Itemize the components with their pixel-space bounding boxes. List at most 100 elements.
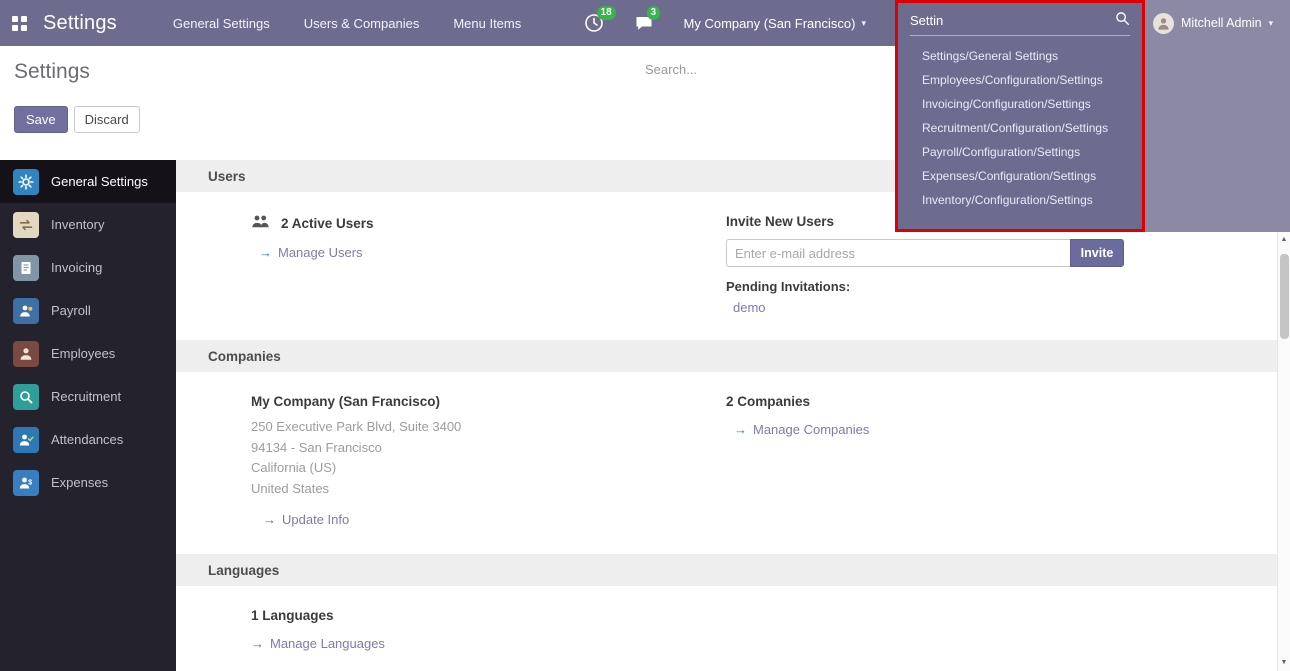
odoo-settings-screen: Settings General Settings Users & Compan… (0, 0, 1290, 671)
page-title: Settings (14, 60, 90, 84)
companies-count: 2 Companies (726, 394, 1276, 409)
settings-content: Users 2 Active Users → Manage Users Invi… (176, 160, 1277, 671)
discard-button[interactable]: Discard (74, 106, 140, 133)
pending-invitations-label: Pending Invitations: (726, 279, 1276, 294)
sidebar-item-label: Recruitment (51, 389, 121, 404)
search-result-item[interactable]: Expenses/Configuration/Settings (898, 164, 1142, 188)
sidebar-item-recruitment[interactable]: Recruitment (0, 375, 176, 418)
user-menu[interactable]: Mitchell Admin ▾ (1145, 0, 1290, 46)
apps-grid-icon[interactable] (12, 16, 27, 31)
search-result-item[interactable]: Recruitment/Configuration/Settings (898, 116, 1142, 140)
topbar-nav: General Settings Users & Companies Menu … (173, 16, 521, 31)
sidebar-item-payroll[interactable]: Payroll (0, 289, 176, 332)
users-left-col: 2 Active Users → Manage Users (176, 192, 726, 340)
search-result-item[interactable]: Employees/Configuration/Settings (898, 68, 1142, 92)
sidebar-item-employees[interactable]: Employees (0, 332, 176, 375)
section-heading-languages: Languages (176, 554, 1277, 586)
vertical-scrollbar[interactable]: ▲ ▼ (1277, 232, 1290, 671)
search-result-item[interactable]: Settings/General Settings (898, 44, 1142, 68)
sidebar-item-attendances[interactable]: Attendances (0, 418, 176, 461)
activity-clock-icon[interactable]: 18 (584, 13, 604, 33)
address-line: 250 Executive Park Blvd, Suite 3400 (251, 417, 726, 438)
payroll-icon (13, 298, 39, 324)
save-button[interactable]: Save (14, 106, 68, 133)
search-result-item[interactable]: Inventory/Configuration/Settings (898, 188, 1142, 212)
arrow-right-icon: → (734, 422, 747, 437)
companies-right-col: 2 Companies → Manage Companies (726, 372, 1276, 554)
user-name: Mitchell Admin (1181, 16, 1262, 30)
sidebar-item-invoicing[interactable]: Invoicing (0, 246, 176, 289)
search-icon[interactable] (1115, 11, 1130, 29)
languages-right-col (726, 586, 1276, 651)
menu-general-settings[interactable]: General Settings (173, 16, 270, 31)
menu-menu-items[interactable]: Menu Items (453, 16, 521, 31)
chevron-down-icon: ▾ (1269, 18, 1274, 29)
menu-users-companies[interactable]: Users & Companies (304, 16, 420, 31)
sidebar-item-label: Attendances (51, 432, 123, 447)
update-info-link[interactable]: → Update Info (251, 512, 726, 527)
manage-users-link[interactable]: → Manage Users (251, 245, 726, 260)
messages-badge: 3 (647, 6, 661, 20)
svg-text:$: $ (28, 479, 32, 486)
search-result-item[interactable]: Payroll/Configuration/Settings (898, 140, 1142, 164)
systray: 18 3 My Company (San Francisco) ▾ (584, 13, 866, 33)
inventory-icon (13, 212, 39, 238)
company-switcher[interactable]: My Company (San Francisco) ▾ (684, 16, 866, 31)
search-result-item[interactable]: Invoicing/Configuration/Settings (898, 92, 1142, 116)
activity-badge: 18 (597, 6, 616, 20)
sidebar-item-label: Payroll (51, 303, 91, 318)
companies-section: My Company (San Francisco) 250 Executive… (176, 372, 1277, 554)
scroll-up-icon[interactable]: ▲ (1281, 232, 1288, 248)
arrow-right-icon: → (259, 245, 272, 260)
sidebar-item-general-settings[interactable]: General Settings (0, 160, 176, 203)
avatar (1153, 13, 1174, 34)
manage-languages-link[interactable]: → Manage Languages (251, 636, 726, 651)
sidebar-item-label: Inventory (51, 217, 104, 232)
scrollbar-thumb[interactable] (1280, 254, 1289, 339)
users-group-icon (251, 214, 272, 232)
recruitment-icon (13, 384, 39, 410)
address-line: California (US) (251, 458, 726, 479)
search-records-input[interactable] (645, 62, 875, 77)
settings-sidebar: General Settings Inventory Invoicing Pay… (0, 160, 176, 671)
active-users-line: 2 Active Users (251, 214, 726, 232)
attendance-icon (13, 427, 39, 453)
pending-user-link[interactable]: demo (726, 300, 1276, 315)
control-panel-buttons: Save Discard (14, 106, 140, 133)
menu-search-input[interactable] (910, 13, 1115, 28)
gear-icon (13, 169, 39, 195)
menu-search-dropdown: Settings/General Settings Employees/Conf… (895, 0, 1145, 232)
active-users-count: 2 Active Users (281, 216, 374, 231)
sidebar-item-label: Invoicing (51, 260, 102, 275)
arrow-right-icon: → (263, 512, 276, 527)
sidebar-item-expenses[interactable]: $ Expenses (0, 461, 176, 504)
invite-button[interactable]: Invite (1070, 239, 1124, 267)
sidebar-item-inventory[interactable]: Inventory (0, 203, 176, 246)
company-address: 250 Executive Park Blvd, Suite 3400 9413… (251, 417, 726, 499)
section-heading-companies: Companies (176, 340, 1277, 372)
address-line: United States (251, 479, 726, 500)
invoice-icon (13, 255, 39, 281)
languages-count: 1 Languages (251, 608, 726, 623)
menu-search-results: Settings/General Settings Employees/Conf… (898, 44, 1142, 212)
languages-left-col: 1 Languages → Manage Languages (176, 586, 726, 651)
menu-search-row (910, 11, 1130, 36)
invite-email-input[interactable] (726, 239, 1070, 267)
messages-chat-icon[interactable]: 3 (634, 13, 654, 33)
expenses-icon: $ (13, 470, 39, 496)
company-name: My Company (San Francisco) (251, 394, 726, 409)
languages-section: 1 Languages → Manage Languages (176, 586, 1277, 651)
sidebar-item-label: Expenses (51, 475, 108, 490)
sidebar-item-label: Employees (51, 346, 115, 361)
employees-icon (13, 341, 39, 367)
manage-companies-link[interactable]: → Manage Companies (726, 422, 1276, 437)
scroll-down-icon[interactable]: ▼ (1281, 655, 1288, 671)
address-line: 94134 - San Francisco (251, 438, 726, 459)
chevron-down-icon: ▾ (861, 18, 866, 29)
user-menu-panel: Mitchell Admin ▾ (1145, 0, 1290, 232)
arrow-right-icon: → (251, 636, 264, 651)
sidebar-item-label: General Settings (51, 174, 148, 189)
invite-input-group: Invite (726, 239, 1276, 267)
companies-left-col: My Company (San Francisco) 250 Executive… (176, 372, 726, 554)
app-title[interactable]: Settings (43, 12, 117, 35)
